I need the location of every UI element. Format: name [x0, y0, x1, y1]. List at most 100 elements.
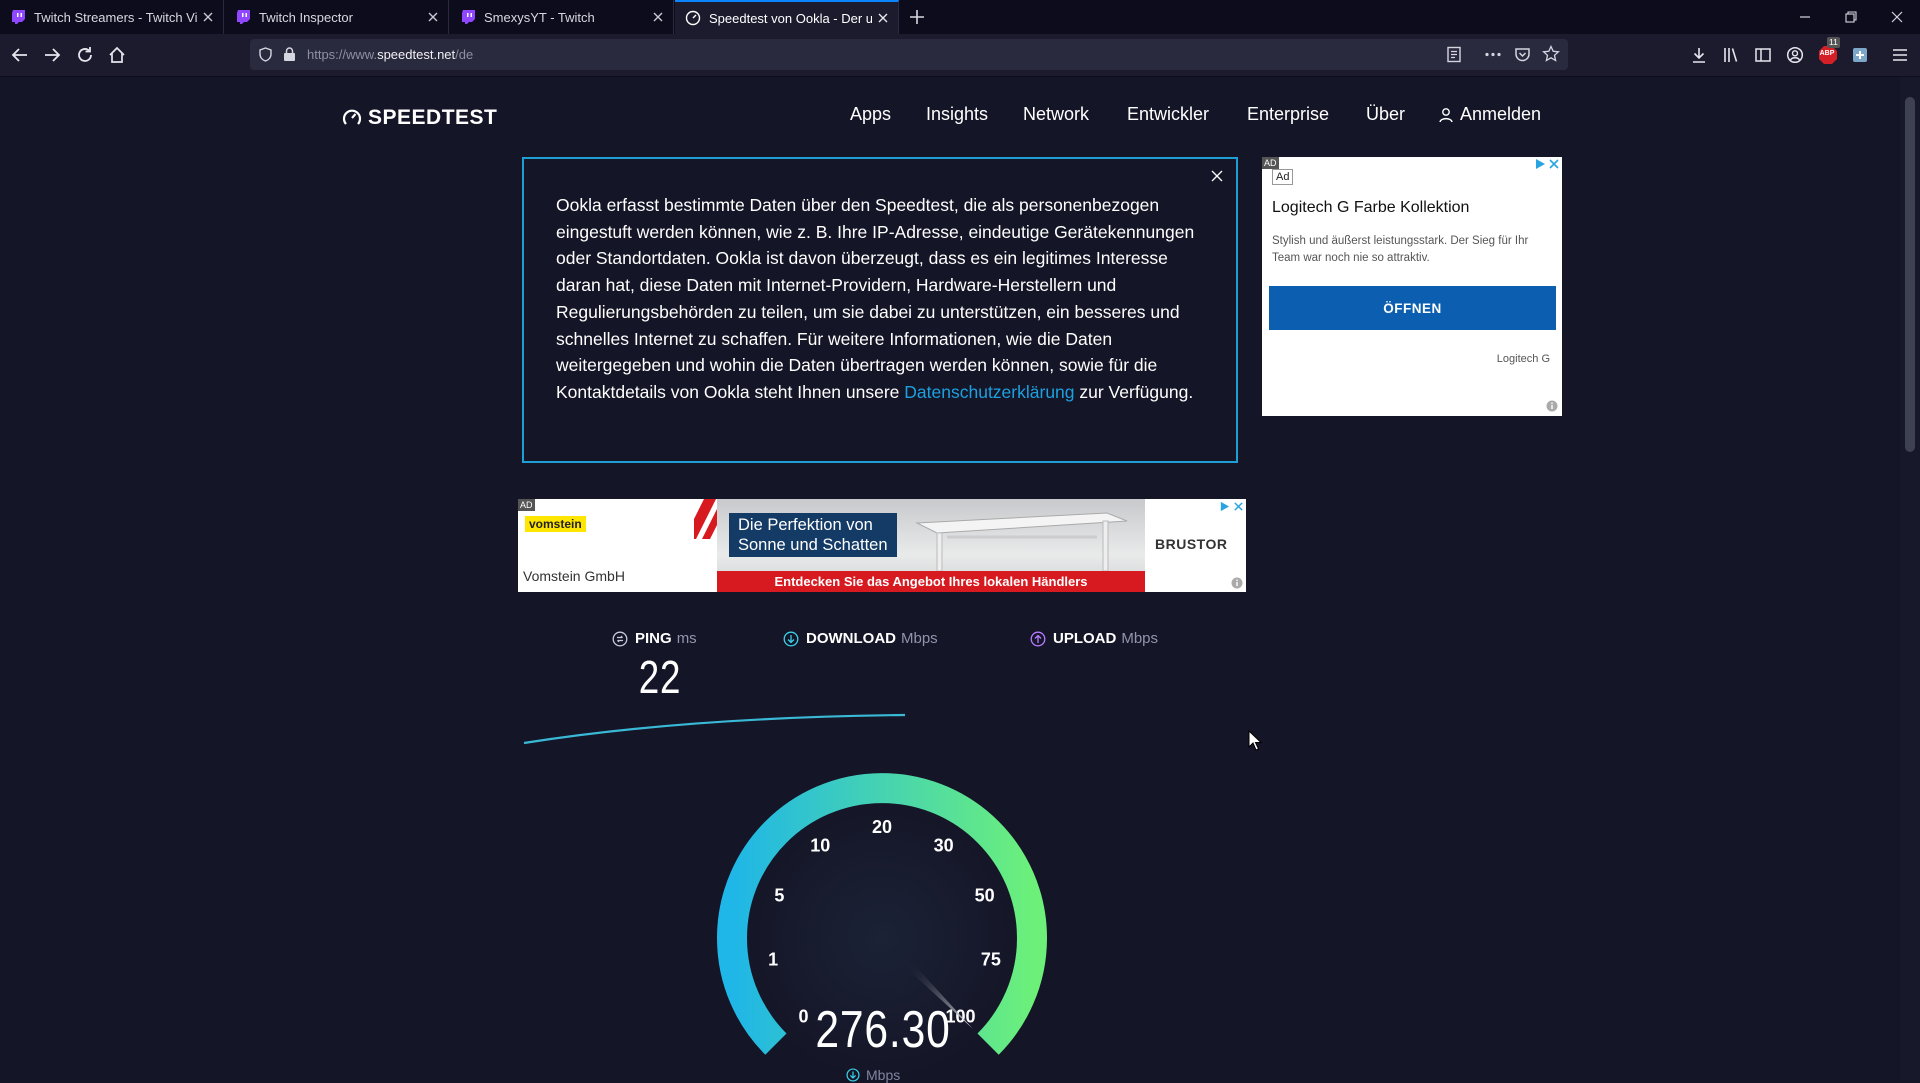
url-text[interactable]: https://www.speedtest.net/de	[307, 39, 473, 70]
minimize-button[interactable]	[1782, 0, 1828, 34]
nav-network[interactable]: Network	[1023, 104, 1089, 125]
url-path: /de	[455, 47, 474, 62]
pocket-icon[interactable]	[1514, 46, 1531, 63]
consent-suffix: zur Verfügung.	[1074, 381, 1194, 402]
ad-title[interactable]: Logitech G Farbe Kollektion	[1272, 199, 1469, 217]
library-button[interactable]	[1719, 43, 1743, 67]
ad-info-icon[interactable]	[1546, 400, 1558, 412]
adchoices-icon[interactable]	[1219, 501, 1230, 512]
ad-info-icon[interactable]	[1231, 577, 1243, 589]
abp-badge-count: 11	[1827, 37, 1840, 48]
banner-advertisement[interactable]: AD vomstein Vomstein GmbH Die Perfektion…	[518, 499, 1246, 592]
nav-entwickler[interactable]: Entwickler	[1127, 104, 1209, 125]
url-host: speedtest.net	[377, 47, 456, 62]
tab-twitch-streamers[interactable]: Twitch Streamers - Twitch Vide	[0, 0, 224, 34]
bookmark-star-icon[interactable]	[1542, 45, 1560, 63]
nav-apps[interactable]: Apps	[850, 104, 891, 125]
ad-open-button[interactable]: ÖFFNEN	[1269, 286, 1556, 330]
url-bar[interactable]: https://www.speedtest.net/de	[250, 39, 1568, 70]
ad-close-icon[interactable]	[1548, 158, 1560, 170]
twitch-icon	[12, 10, 25, 24]
nav-insights[interactable]: Insights	[926, 104, 988, 125]
home-button[interactable]	[105, 43, 129, 67]
banner-headline-line-1: Die Perfektion von	[738, 516, 873, 534]
extension-button[interactable]	[1848, 43, 1872, 67]
ping-icon	[612, 631, 628, 646]
lock-icon[interactable]	[283, 47, 296, 62]
gauge-tick-10: 10	[810, 836, 830, 856]
abp-label: ABP	[1819, 50, 1835, 57]
banner-left-panel: AD vomstein Vomstein GmbH	[518, 499, 730, 592]
close-tab-icon[interactable]	[197, 6, 219, 28]
banner-image-panel: Die Perfektion von Sonne und Schatten En…	[717, 499, 1145, 592]
account-button[interactable]	[1783, 43, 1807, 67]
adblock-plus-button[interactable]: ABP 11	[1816, 37, 1840, 67]
browser-toolbar: https://www.speedtest.net/de ABP 11	[0, 34, 1920, 77]
scrollbar[interactable]	[1900, 77, 1920, 1080]
pergola-illustration	[915, 512, 1128, 571]
gauge-tick-5: 5	[774, 886, 784, 906]
more-actions-icon[interactable]	[1485, 52, 1501, 57]
ad-description: Stylish und äußerst leistungsstark. Der …	[1272, 235, 1529, 264]
close-icon	[1211, 170, 1223, 182]
gauge-unit: Mbps	[846, 1067, 900, 1083]
browser-tab-bar: Twitch Streamers - Twitch Vide Twitch In…	[0, 0, 1920, 34]
close-tab-icon[interactable]	[422, 6, 444, 28]
download-unit: Mbps	[901, 630, 938, 647]
nav-ueber[interactable]: Über	[1366, 104, 1405, 125]
banner-headline-line-2: Sonne und Schatten	[738, 536, 888, 554]
gauge-tick-50: 50	[975, 886, 995, 906]
consent-text: Ookla erfasst bestimmte Daten über den S…	[556, 195, 1195, 402]
upload-label: UPLOAD	[1053, 630, 1117, 647]
reader-view-icon[interactable]	[1446, 46, 1462, 63]
speedometer-icon	[685, 10, 701, 26]
speed-graph-line	[523, 713, 906, 745]
url-prefix: https://www.	[307, 47, 378, 62]
menu-button[interactable]	[1888, 43, 1912, 67]
close-icon	[1891, 11, 1903, 23]
tab-title: SmexysYT - Twitch	[484, 9, 595, 25]
twitch-icon	[237, 10, 250, 24]
tab-title: Speedtest von Ookla - Der umf	[709, 10, 872, 26]
forward-button[interactable]	[40, 43, 64, 67]
download-arrow-icon	[783, 631, 799, 646]
restore-button[interactable]	[1828, 0, 1874, 34]
download-icon	[1693, 48, 1705, 63]
close-tab-icon[interactable]	[872, 7, 894, 29]
ad-tag: AD	[1262, 157, 1279, 169]
banner-right-panel: BRUSTOR	[1145, 499, 1246, 592]
tab-twitch-inspector[interactable]: Twitch Inspector	[225, 0, 449, 34]
nav-login[interactable]: Anmelden	[1438, 104, 1541, 125]
tab-speedtest[interactable]: Speedtest von Ookla - Der umf	[675, 0, 899, 34]
adchoices-icon[interactable]	[1534, 158, 1546, 170]
logo-text: SPEEDTEST	[368, 106, 498, 129]
scrollbar-thumb[interactable]	[1905, 97, 1915, 452]
reload-button[interactable]	[73, 43, 97, 67]
banner-company: Vomstein GmbH	[523, 568, 625, 584]
twitch-icon	[462, 10, 475, 24]
close-tab-icon[interactable]	[647, 6, 669, 28]
ad-close-icon[interactable]	[1233, 501, 1244, 512]
user-icon	[1439, 107, 1453, 122]
privacy-policy-link[interactable]: Datenschutzerklärung	[904, 382, 1074, 402]
back-button[interactable]	[8, 43, 32, 67]
sidebar-advertisement[interactable]: AD Ad Logitech G Farbe Kollektion Stylis…	[1262, 157, 1562, 416]
speedtest-logo[interactable]: SPEEDTEST	[342, 106, 497, 130]
ping-metric: PING ms	[612, 630, 697, 647]
tracking-shield-icon[interactable]	[258, 47, 273, 62]
tab-title: Twitch Streamers - Twitch Vide	[34, 9, 197, 25]
gauge-tick-30: 30	[934, 836, 954, 856]
tab-title: Twitch Inspector	[259, 9, 353, 25]
nav-enterprise[interactable]: Enterprise	[1247, 104, 1329, 125]
sidebar-icon	[1755, 48, 1771, 62]
consent-close-button[interactable]	[1210, 169, 1226, 185]
banner-cta[interactable]: Entdecken Sie das Angebot Ihres lokalen …	[717, 571, 1145, 592]
home-icon	[109, 46, 125, 63]
close-window-button[interactable]	[1874, 0, 1920, 34]
new-tab-button[interactable]	[905, 5, 929, 29]
downloads-button[interactable]	[1687, 43, 1711, 67]
tab-smexysyt-twitch[interactable]: SmexysYT - Twitch	[450, 0, 674, 34]
ad-tag: AD	[518, 499, 535, 511]
gauge-tick-75: 75	[981, 950, 1001, 970]
sidebar-button[interactable]	[1751, 43, 1775, 67]
